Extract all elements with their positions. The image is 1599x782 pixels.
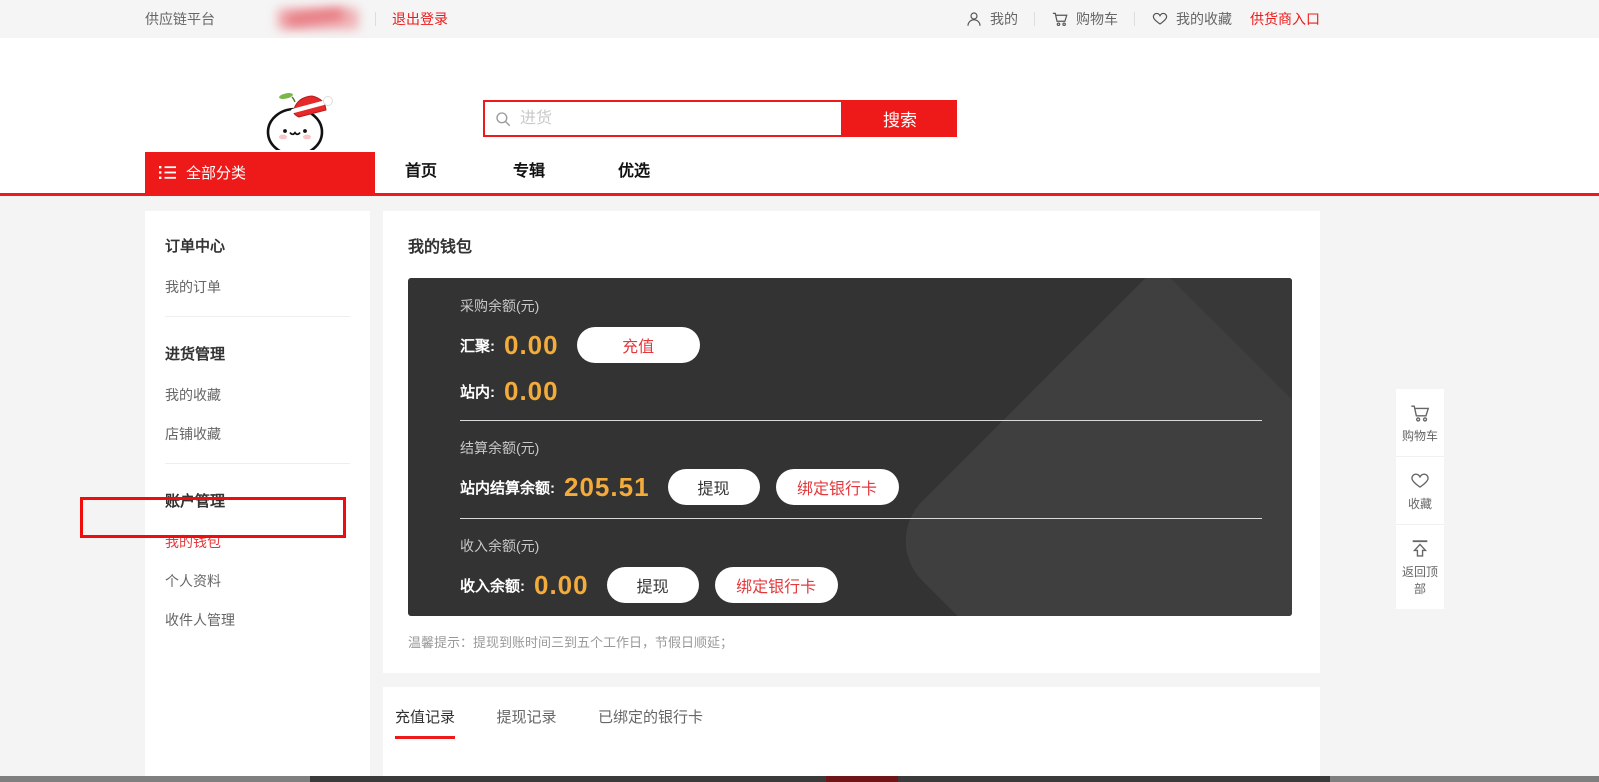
main-nav: 全部分类 首页 专辑 优选 xyxy=(0,150,1599,193)
sidebar-item-my-favorites[interactable]: 我的收藏 xyxy=(165,385,350,405)
cart-icon xyxy=(1051,10,1069,28)
platform-label: 供应链平台 xyxy=(145,9,215,29)
cart-icon xyxy=(1409,402,1431,424)
sidebar-item-store-favorites[interactable]: 店铺收藏 xyxy=(165,424,350,444)
balance-value: 0.00 xyxy=(504,376,559,407)
balance-name: 站内: xyxy=(460,381,495,402)
sidebar-section-title-purchasing: 进货管理 xyxy=(165,343,350,364)
back-to-top-button[interactable]: 返回顶部 xyxy=(1396,525,1444,609)
bind-bank-card-button[interactable]: 绑定银行卡 xyxy=(715,567,838,603)
balance-value: 0.00 xyxy=(534,570,589,601)
nav-red-divider xyxy=(0,193,1599,196)
sidebar-item-my-wallet[interactable]: 我的钱包 xyxy=(165,532,350,552)
cart-link[interactable]: 购物车 xyxy=(1051,9,1118,29)
tab-bound-bank-cards[interactable]: 已绑定的银行卡 xyxy=(598,706,703,736)
divider xyxy=(1034,12,1035,26)
footer-peek-red xyxy=(826,776,898,782)
float-cart-button[interactable]: 购物车 xyxy=(1396,389,1444,457)
float-cart-label: 购物车 xyxy=(1402,429,1438,443)
wallet-panel: 我的钱包 采购余额(元) 汇聚: 0.00 充值 站内: 0.00 结算余额(元… xyxy=(383,211,1320,673)
footer-peek-dark xyxy=(310,776,1330,782)
search-input[interactable] xyxy=(512,102,841,135)
nav-item-home[interactable]: 首页 xyxy=(405,150,437,193)
records-tabs-panel: 充值记录 提现记录 已绑定的银行卡 xyxy=(383,687,1320,776)
divider xyxy=(1134,12,1135,26)
all-categories-button[interactable]: 全部分类 xyxy=(145,152,375,193)
card-divider xyxy=(460,518,1262,519)
sidebar-section-title-account: 账户管理 xyxy=(165,490,350,511)
balance-value: 205.51 xyxy=(564,472,650,503)
withdraw-tip-text: 温馨提示：提现到账时间三到五个工作日，节假日顺延； xyxy=(408,632,1320,651)
back-to-top-icon xyxy=(1409,538,1431,560)
balance-value: 0.00 xyxy=(504,330,559,361)
balance-name: 汇聚: xyxy=(460,335,495,356)
divider xyxy=(375,12,376,26)
logout-link[interactable]: 退出登录 xyxy=(392,9,448,29)
back-to-top-label: 返回顶部 xyxy=(1402,565,1438,596)
float-favorites-label: 收藏 xyxy=(1408,497,1432,511)
bind-bank-card-button[interactable]: 绑定银行卡 xyxy=(776,469,899,505)
wallet-balance-card: 采购余额(元) 汇聚: 0.00 充值 站内: 0.00 结算余额(元) 站内结… xyxy=(408,278,1292,616)
sidebar-item-recipients[interactable]: 收件人管理 xyxy=(165,610,350,630)
top-bar: 供应链平台 退出登录 我的 购物车 我的收藏 供货商入口 xyxy=(0,0,1599,38)
withdraw-button[interactable]: 提现 xyxy=(607,567,699,603)
page: 供应链平台 退出登录 我的 购物车 我的收藏 供货商入口 xyxy=(0,0,1599,782)
purchase-balance-label: 采购余额(元) xyxy=(460,296,1262,316)
search-icon xyxy=(494,110,512,128)
category-list-icon xyxy=(159,165,176,180)
balance-row-onsite: 站内: 0.00 xyxy=(460,376,1262,407)
balance-name: 收入余额: xyxy=(460,575,525,596)
user-name-blurred[interactable] xyxy=(277,8,359,30)
balance-row-income: 收入余额: 0.00 提现 绑定银行卡 xyxy=(460,567,1262,603)
search-box xyxy=(483,100,843,137)
balance-row-settlement: 站内结算余额: 205.51 提现 绑定银行卡 xyxy=(460,469,1262,505)
sidebar-item-my-orders[interactable]: 我的订单 xyxy=(165,277,350,297)
sidebar-divider xyxy=(165,463,350,464)
page-title: 我的钱包 xyxy=(383,211,1320,257)
supplier-entry-link[interactable]: 供货商入口 xyxy=(1250,9,1320,29)
nav-item-albums[interactable]: 专辑 xyxy=(513,150,545,193)
tab-withdraw-records[interactable]: 提现记录 xyxy=(496,706,556,736)
sidebar-item-profile[interactable]: 个人资料 xyxy=(165,571,350,591)
sidebar-divider xyxy=(165,316,350,317)
header: 搜索 热门搜索: 手机 123 汽车 电脑 xyxy=(0,38,1599,150)
float-favorites-button[interactable]: 收藏 xyxy=(1396,457,1444,525)
account-sidebar: 订单中心 我的订单 进货管理 我的收藏 店铺收藏 账户管理 我的钱包 个人资料 … xyxy=(145,211,370,776)
tab-recharge-records[interactable]: 充值记录 xyxy=(395,706,455,739)
heart-icon xyxy=(1409,470,1431,492)
nav-item-featured[interactable]: 优选 xyxy=(618,150,650,193)
income-balance-label: 收入余额(元) xyxy=(460,536,1262,556)
settlement-balance-label: 结算余额(元) xyxy=(460,438,1262,458)
user-icon xyxy=(965,10,983,28)
recharge-button[interactable]: 充值 xyxy=(577,327,700,363)
search-button[interactable]: 搜索 xyxy=(843,100,957,137)
balance-row-huiju: 汇聚: 0.00 充值 xyxy=(460,327,1262,363)
footer-peek-strip xyxy=(0,776,1599,782)
heart-icon xyxy=(1151,10,1169,28)
card-divider xyxy=(460,420,1262,421)
balance-name: 站内结算余额: xyxy=(460,477,555,498)
float-toolbar: 购物车 收藏 返回顶部 xyxy=(1396,389,1444,609)
search-area: 搜索 xyxy=(483,100,957,137)
my-account-link[interactable]: 我的 xyxy=(965,9,1018,29)
favorites-link[interactable]: 我的收藏 xyxy=(1151,9,1232,29)
sidebar-section-title-orders: 订单中心 xyxy=(165,235,350,256)
all-categories-label: 全部分类 xyxy=(186,162,246,183)
withdraw-button[interactable]: 提现 xyxy=(668,469,760,505)
